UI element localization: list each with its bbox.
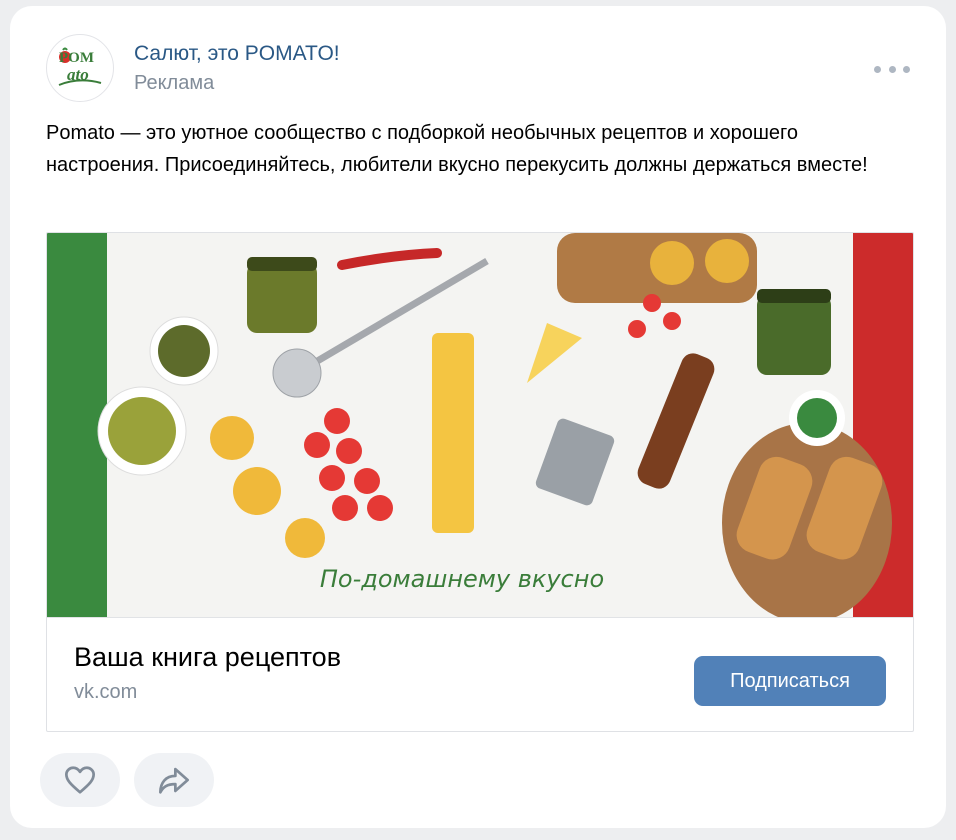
post-card: POM ato Салют, это POMATO! Реклама Pomat… — [10, 6, 946, 828]
ad-image[interactable]: По-домашнему вкусно — [47, 233, 913, 617]
post-text: Pomato — это уютное сообщество с подборк… — [46, 122, 868, 176]
ad-title[interactable]: Ваша книга рецептов — [74, 642, 341, 673]
more-icon[interactable] — [874, 58, 910, 80]
share-button[interactable] — [134, 753, 214, 807]
share-arrow-icon — [158, 767, 189, 794]
like-button[interactable] — [40, 753, 120, 807]
logo-line1: POM — [59, 50, 94, 66]
subscribe-button[interactable]: Подписаться — [694, 656, 886, 706]
ad-image-slogan: По-домашнему вкусно — [320, 565, 604, 593]
ad-domain: vk.com — [74, 681, 138, 703]
community-avatar[interactable]: POM ato — [46, 34, 114, 102]
pomato-logo: POM ato — [58, 47, 102, 86]
community-name[interactable]: Салют, это POMATO! — [134, 42, 340, 66]
ad-label: Реклама — [134, 72, 215, 94]
heart-icon — [65, 766, 95, 794]
ad-snippet[interactable]: По-домашнему вкусно Ваша книга рецептов … — [46, 232, 914, 732]
ad-footer: Ваша книга рецептов vk.com Подписаться — [47, 617, 913, 731]
